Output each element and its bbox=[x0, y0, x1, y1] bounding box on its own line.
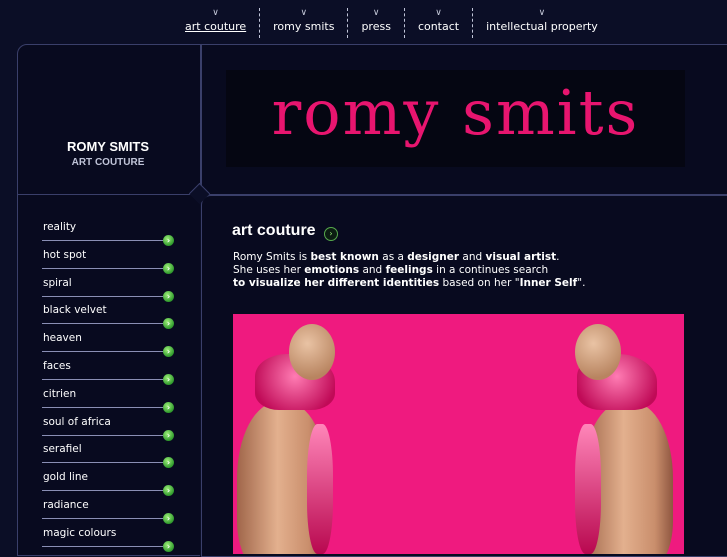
nav-item-intellectual-property[interactable]: ∨ intellectual property bbox=[472, 8, 611, 38]
menu-divider bbox=[42, 295, 168, 297]
menu-item-label[interactable]: faces bbox=[43, 360, 71, 372]
chevron-down-icon: ∨ bbox=[538, 8, 546, 18]
intro-line: to visualize her different identities ba… bbox=[233, 277, 633, 290]
menu-divider bbox=[42, 351, 168, 353]
menu-divider bbox=[42, 517, 168, 519]
menu-item[interactable]: black velvet › bbox=[42, 302, 178, 330]
chevron-right-icon[interactable]: › bbox=[163, 540, 174, 552]
title-arrow-icon[interactable]: › bbox=[324, 227, 338, 241]
side-menu: reality › hot spot › spiral › black velvet › hea… bbox=[42, 219, 178, 553]
menu-item-label[interactable]: heaven bbox=[43, 332, 82, 344]
text-segment: She uses her bbox=[233, 264, 305, 276]
chevron-right-icon[interactable]: › bbox=[163, 262, 174, 274]
logo-banner[interactable]: romy smits bbox=[226, 70, 685, 167]
brand-panel bbox=[17, 44, 201, 195]
menu-item[interactable]: reality › bbox=[42, 219, 178, 247]
intro-text: Romy Smits is best known as a designer a… bbox=[233, 251, 633, 290]
emphasis-text: to visualize her different identities bbox=[233, 277, 440, 289]
brand-subtitle: ART COUTURE bbox=[71, 157, 145, 168]
chevron-right-icon[interactable]: › bbox=[163, 373, 174, 385]
menu-divider bbox=[42, 240, 168, 241]
menu-divider bbox=[42, 434, 168, 436]
nav-item-romy-smits[interactable]: ∨ romy smits bbox=[259, 8, 347, 38]
content-title: art couture bbox=[232, 222, 316, 239]
chevron-right-icon[interactable]: › bbox=[163, 235, 174, 246]
menu-item[interactable]: serafiel › bbox=[42, 441, 178, 469]
chevron-down-icon: ∨ bbox=[300, 8, 308, 18]
menu-item-label[interactable]: hot spot bbox=[43, 249, 86, 261]
emphasis-text: Inner Self bbox=[519, 277, 578, 289]
menu-divider bbox=[42, 462, 168, 464]
chevron-right-icon[interactable]: › bbox=[163, 485, 174, 497]
menu-divider bbox=[42, 490, 168, 492]
emphasis-text: emotions bbox=[304, 264, 360, 276]
menu-divider bbox=[42, 406, 168, 408]
menu-item[interactable]: soul of africa › bbox=[42, 414, 178, 442]
menu-item[interactable]: citrien › bbox=[42, 386, 178, 414]
text-segment: Romy Smits is bbox=[233, 251, 311, 263]
text-segment: and bbox=[459, 251, 486, 263]
text-segment: . bbox=[556, 251, 560, 263]
nav-link[interactable]: intellectual property bbox=[486, 19, 598, 35]
chevron-down-icon: ∨ bbox=[372, 8, 380, 18]
menu-divider bbox=[42, 323, 168, 325]
menu-divider bbox=[42, 267, 168, 269]
chevron-right-icon[interactable]: › bbox=[163, 318, 174, 330]
menu-item[interactable]: hot spot › bbox=[42, 247, 178, 275]
top-nav: ∨ art couture ∨ romy smits ∨ press ∨ contact ∨ in… bbox=[172, 8, 611, 38]
text-segment: and bbox=[359, 264, 386, 276]
text-segment: based on her " bbox=[439, 277, 520, 289]
menu-item-label[interactable]: serafiel bbox=[43, 443, 82, 455]
emphasis-text: designer bbox=[407, 251, 460, 263]
menu-divider bbox=[42, 378, 168, 380]
model-figure-right bbox=[563, 314, 675, 554]
chevron-right-icon[interactable]: › bbox=[163, 457, 174, 469]
brand-name: ROMY SMITS bbox=[66, 139, 150, 154]
emphasis-text: visual artist bbox=[485, 251, 557, 263]
chevron-right-icon[interactable]: › bbox=[163, 512, 174, 524]
menu-item[interactable]: magic colours › bbox=[42, 525, 178, 553]
emphasis-text: best known bbox=[310, 251, 379, 263]
model-figure-left bbox=[233, 314, 345, 554]
text-segment: ". bbox=[577, 277, 586, 289]
nav-link[interactable]: press bbox=[361, 19, 391, 35]
menu-divider bbox=[42, 545, 168, 547]
menu-item-label[interactable]: citrien bbox=[43, 388, 76, 400]
chevron-right-icon[interactable]: › bbox=[163, 429, 174, 441]
logo-text: romy smits bbox=[271, 76, 640, 149]
nav-link[interactable]: contact bbox=[418, 19, 459, 35]
menu-item-label[interactable]: spiral bbox=[43, 277, 72, 289]
chevron-down-icon: ∨ bbox=[212, 8, 219, 18]
intro-line: She uses her emotions and feelings in a … bbox=[233, 264, 633, 277]
menu-item[interactable]: gold line › bbox=[42, 469, 178, 497]
chevron-down-icon: ∨ bbox=[435, 8, 442, 18]
chevron-right-icon[interactable]: › bbox=[163, 346, 174, 358]
text-segment: as a bbox=[378, 251, 408, 263]
chevron-right-icon[interactable]: › bbox=[163, 401, 174, 413]
menu-item[interactable]: faces › bbox=[42, 358, 178, 386]
text-segment: in a continues search bbox=[432, 264, 549, 276]
nav-item-press[interactable]: ∨ press bbox=[347, 8, 404, 38]
menu-item-label[interactable]: magic colours bbox=[43, 527, 116, 539]
nav-item-art-couture[interactable]: ∨ art couture bbox=[172, 8, 259, 38]
intro-line: Romy Smits is best known as a designer a… bbox=[233, 251, 633, 264]
menu-item-label[interactable]: black velvet bbox=[43, 304, 107, 316]
menu-item[interactable]: heaven › bbox=[42, 330, 178, 358]
hero-photo bbox=[233, 314, 684, 554]
menu-item[interactable]: radiance › bbox=[42, 497, 178, 525]
nav-item-contact[interactable]: ∨ contact bbox=[403, 8, 472, 38]
menu-item[interactable]: spiral › bbox=[42, 275, 178, 303]
menu-item-label[interactable]: soul of africa bbox=[43, 416, 111, 428]
menu-item-label[interactable]: reality bbox=[43, 221, 76, 233]
chevron-right-icon[interactable]: › bbox=[163, 290, 174, 302]
emphasis-text: feelings bbox=[385, 264, 433, 276]
nav-link[interactable]: romy smits bbox=[273, 19, 334, 35]
menu-item-label[interactable]: radiance bbox=[43, 499, 89, 511]
menu-item-label[interactable]: gold line bbox=[43, 471, 88, 483]
nav-link[interactable]: art couture bbox=[185, 19, 246, 35]
